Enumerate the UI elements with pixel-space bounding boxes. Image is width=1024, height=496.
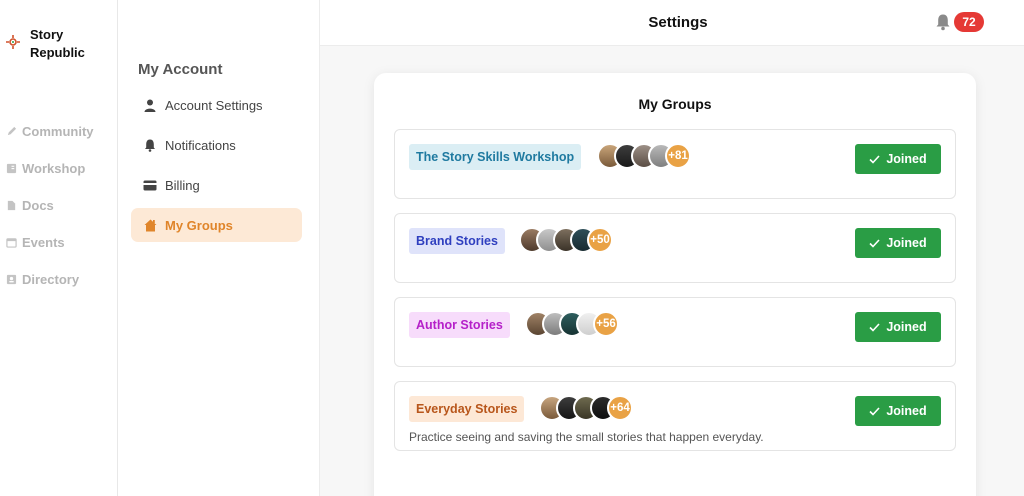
nav-item-directory[interactable]: Directory — [4, 261, 94, 298]
more-members-count: +50 — [587, 227, 613, 253]
notification-count-badge[interactable]: 72 — [954, 12, 984, 32]
group-name-tag[interactable]: The Story Skills Workshop — [409, 144, 582, 170]
app-nav: Community Workshop Docs Events Directory — [4, 113, 94, 298]
group-name-tag[interactable]: Brand Stories — [409, 228, 505, 254]
checkmark-icon — [869, 238, 880, 248]
joined-button[interactable]: Joined — [855, 312, 941, 342]
nav-item-events[interactable]: Events — [4, 224, 94, 261]
brand[interactable]: Story Republic — [6, 26, 100, 62]
settings-nav-label: Notifications — [165, 137, 236, 153]
joined-button-label: Joined — [886, 404, 927, 418]
page-title: Settings — [648, 14, 708, 31]
main-content: My Groups The Story Skills Workshop +81 … — [320, 46, 1024, 496]
notifications-bell-icon[interactable] — [934, 13, 952, 31]
group-name-tag[interactable]: Everyday Stories — [409, 396, 525, 422]
settings-heading: My Account — [138, 61, 223, 78]
nav-item-label: Events — [22, 235, 65, 250]
checkmark-icon — [869, 322, 880, 332]
app-sidebar: Story Republic Community Workshop Docs E… — [0, 0, 118, 496]
group-item: The Story Skills Workshop +81 Joined — [394, 129, 956, 199]
joined-button-label: Joined — [886, 320, 927, 334]
bell-icon — [143, 138, 157, 152]
more-members-count: +64 — [607, 395, 633, 421]
groups-card-title: My Groups — [638, 96, 712, 112]
contact-card-icon — [4, 273, 18, 287]
home-icon — [143, 218, 157, 232]
nav-item-label: Directory — [22, 272, 80, 287]
settings-nav-label: Account Settings — [165, 97, 263, 113]
settings-nav-label: Billing — [165, 177, 200, 193]
joined-button-label: Joined — [886, 236, 927, 250]
credit-card-icon — [143, 178, 157, 192]
more-members-count: +81 — [665, 143, 691, 169]
member-avatars[interactable]: +81 — [597, 143, 691, 171]
pencil-icon — [4, 125, 18, 139]
settings-nav-billing[interactable]: Billing — [131, 168, 302, 202]
settings-nav-my-groups[interactable]: My Groups — [131, 208, 302, 242]
more-members-count: +56 — [593, 311, 619, 337]
group-name-tag[interactable]: Author Stories — [409, 312, 510, 338]
joined-button[interactable]: Joined — [855, 396, 941, 426]
settings-nav-account[interactable]: Account Settings — [131, 88, 302, 122]
settings-nav-label: My Groups — [165, 217, 233, 233]
settings-sidebar: My Account Account Settings Notification… — [118, 0, 320, 496]
document-icon — [4, 199, 18, 213]
nav-item-label: Community — [22, 124, 94, 139]
book-icon — [4, 162, 18, 176]
member-avatars[interactable]: +56 — [525, 311, 619, 339]
nav-item-label: Workshop — [22, 161, 86, 176]
brand-name: Story Republic — [30, 27, 85, 60]
groups-card: My Groups The Story Skills Workshop +81 … — [374, 73, 976, 496]
top-bar: Settings 72 — [320, 0, 1024, 46]
checkmark-icon — [869, 154, 880, 164]
checkmark-icon — [869, 406, 880, 416]
group-description: Practice seeing and saving the small sto… — [409, 430, 764, 444]
nav-item-community[interactable]: Community — [4, 113, 94, 150]
nav-item-label: Docs — [22, 198, 54, 213]
nav-item-docs[interactable]: Docs — [4, 187, 94, 224]
group-item: Author Stories +56 Joined — [394, 297, 956, 367]
member-avatars[interactable]: +50 — [519, 227, 613, 255]
brand-logo-icon — [6, 35, 20, 49]
nav-item-workshop[interactable]: Workshop — [4, 150, 94, 187]
joined-button[interactable]: Joined — [855, 144, 941, 174]
settings-nav: Account Settings Notifications Billing M… — [131, 88, 302, 248]
group-item: Brand Stories +50 Joined — [394, 213, 956, 283]
calendar-icon — [4, 236, 18, 250]
settings-nav-notifications[interactable]: Notifications — [131, 128, 302, 162]
group-item: Everyday Stories +64 Joined Practice see… — [394, 381, 956, 451]
member-avatars[interactable]: +64 — [539, 395, 633, 423]
joined-button[interactable]: Joined — [855, 228, 941, 258]
user-icon — [143, 98, 157, 112]
joined-button-label: Joined — [886, 152, 927, 166]
